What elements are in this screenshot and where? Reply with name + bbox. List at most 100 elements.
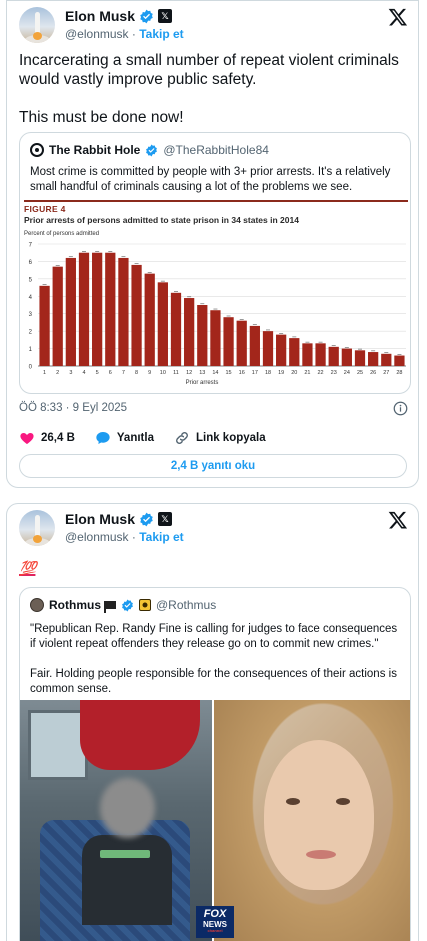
x-tick-label: 4 [82, 370, 85, 376]
quote-author-handle: @TheRabbitHole84 [163, 143, 269, 157]
quoted-tweet[interactable]: Rothmus @Rothmus "Republican Rep. Randy … [19, 587, 411, 941]
quote-text: "Republican Rep. Randy Fine is calling f… [30, 623, 398, 695]
author-handle[interactable]: @elonmusk [65, 27, 129, 41]
quoted-tweet[interactable]: The Rabbit Hole @TheRabbitHole84 Most cr… [19, 132, 411, 394]
x-tick-label: 1 [43, 370, 46, 376]
hundred-points-emoji: 💯 [19, 560, 36, 576]
bar [354, 350, 366, 366]
bar [170, 292, 182, 366]
chart-figure: FIGURE 4 Prior arrests of persons admitt… [24, 200, 408, 393]
x-tick-label: 20 [291, 370, 297, 376]
verified-badge-icon [122, 599, 133, 611]
x-tick-label: 21 [304, 370, 310, 376]
like-count: 26,4 B [41, 432, 75, 444]
bar [328, 346, 339, 366]
x-tick-label: 24 [344, 370, 350, 376]
copy-link-label: Link kopyala [195, 432, 266, 444]
x-tick-label: 25 [357, 370, 363, 376]
bar [210, 310, 221, 366]
bar [78, 252, 90, 366]
reply-button[interactable]: Yanıtla [95, 430, 154, 446]
quote-avatar [30, 598, 44, 612]
bar [157, 282, 168, 366]
bar [236, 320, 247, 366]
bar [368, 352, 379, 366]
verified-badge-icon [146, 144, 158, 156]
quote-author-handle: @Rothmus [156, 598, 217, 612]
x-logo-icon[interactable] [388, 7, 408, 27]
follow-button[interactable]: Takip et [139, 530, 183, 544]
quote-text: Most crime is committed by people with 3… [30, 166, 391, 193]
author-handle[interactable]: @elonmusk [65, 530, 129, 544]
bar [144, 273, 155, 366]
figure-label: FIGURE 4 [24, 204, 66, 214]
x-affiliate-icon: 𝕏 [158, 9, 173, 23]
bar [249, 325, 260, 366]
x-tick-label: 5 [96, 370, 99, 376]
bar [381, 353, 392, 366]
y-tick-label: 5 [29, 277, 33, 283]
x-tick-label: 6 [109, 370, 112, 376]
avatar[interactable] [19, 510, 55, 546]
bar [262, 331, 274, 366]
quote-author-name: The Rabbit Hole [49, 143, 141, 157]
chart-xlabel: Prior arrests [186, 380, 219, 386]
bus-scene-photo [20, 700, 212, 941]
x-tick-label: 14 [212, 370, 218, 376]
x-tick-label: 17 [252, 370, 258, 376]
y-tick-label: 6 [29, 260, 33, 266]
copy-link-button[interactable]: Link kopyala [174, 430, 266, 446]
x-affiliate-icon: 𝕏 [158, 512, 173, 526]
bar [315, 343, 326, 366]
bar [105, 252, 116, 366]
author-name[interactable]: Elon Musk [65, 511, 135, 527]
reply-label: Yanıtla [116, 432, 154, 444]
bar [223, 317, 234, 366]
flag-icon [104, 601, 116, 613]
tweet-header: Elon Musk 𝕏 @elonmusk · Takip et [19, 510, 408, 550]
avatar[interactable] [19, 7, 55, 43]
y-tick-label: 0 [29, 365, 33, 371]
heart-icon [20, 433, 34, 444]
bar [52, 266, 63, 366]
bar-chart: 012345671 2 3 4 5 6 7 8 9 10 11 12 13 14 15 16 17 18 19 20 2… [29, 243, 406, 386]
x-tick-label: 13 [199, 370, 205, 376]
info-icon[interactable] [393, 401, 408, 416]
x-tick-label: 10 [160, 370, 166, 376]
x-tick-label: 22 [318, 370, 324, 376]
bar [39, 285, 50, 366]
like-button[interactable]: 26,4 B [19, 430, 75, 446]
timestamp[interactable]: ÖÖ 8:33 · 9 Eyl 2025 [19, 402, 127, 414]
y-tick-label: 3 [29, 312, 33, 318]
action-bar: 26,4 B Yanıtla Link kopyala [19, 429, 406, 447]
tweet-card[interactable]: Elon Musk 𝕏 @elonmusk · Takip et Incarce… [6, 0, 419, 488]
verified-badge-icon [140, 512, 153, 526]
x-tick-label: 18 [265, 370, 271, 376]
x-tick-label: 23 [331, 370, 337, 376]
tweet-text: Incarcerating a small number of repeat v… [19, 52, 399, 126]
bar [197, 305, 208, 366]
x-tick-label: 3 [69, 370, 72, 376]
tweet-card[interactable]: Elon Musk 𝕏 @elonmusk · Takip et 💯 Rothm… [6, 503, 419, 941]
bar [65, 257, 76, 366]
follow-button[interactable]: Takip et [139, 27, 183, 41]
bar [184, 298, 195, 366]
author-name[interactable]: Elon Musk [65, 8, 135, 24]
bar [131, 264, 142, 366]
link-icon [176, 432, 188, 444]
read-replies-button[interactable]: 2,4 B yanıtı oku [19, 454, 407, 478]
x-tick-label: 27 [383, 370, 389, 376]
y-tick-label: 2 [29, 330, 33, 336]
bar [289, 338, 300, 366]
fox-news-logo: FOX NEWS channel [196, 906, 234, 938]
bar [276, 334, 287, 366]
x-logo-icon[interactable] [388, 510, 408, 530]
bar [341, 348, 352, 366]
y-tick-label: 7 [29, 243, 33, 249]
bar [118, 257, 129, 366]
x-tick-label: 26 [370, 370, 376, 376]
quote-avatar [30, 143, 44, 157]
quote-media-image[interactable]: FOX NEWS channel [20, 700, 410, 941]
y-tick-label: 1 [29, 347, 33, 353]
x-tick-label: 15 [226, 370, 232, 376]
